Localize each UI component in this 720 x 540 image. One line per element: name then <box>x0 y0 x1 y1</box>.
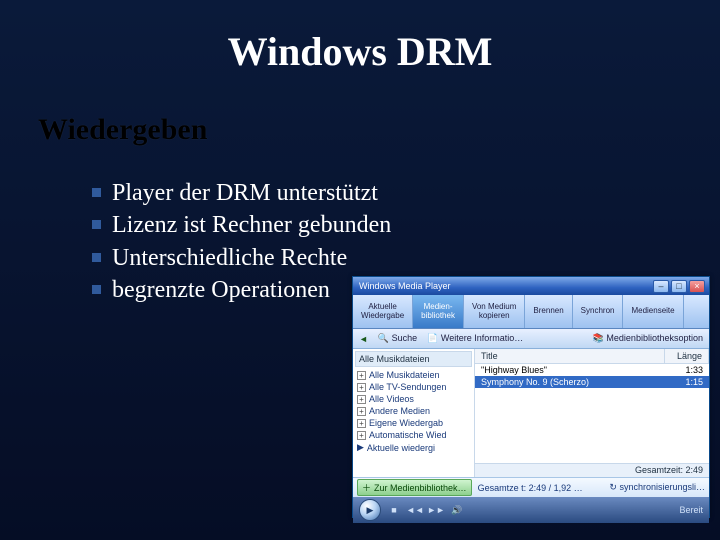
wmp-tabs: Aktuelle Wiedergabe Medien- bibliothek V… <box>353 295 709 329</box>
minimize-button[interactable]: – <box>653 280 669 293</box>
expand-icon[interactable]: + <box>357 395 366 404</box>
tree-item-own-pl[interactable]: +Eigene Wiedergab <box>355 417 472 429</box>
expand-icon[interactable]: + <box>357 407 366 416</box>
track-length: 1:15 <box>665 377 709 387</box>
tree-label: Alle TV-Sendungen <box>369 382 446 392</box>
tree-item-music[interactable]: +Alle Musikdateien <box>355 369 472 381</box>
play-button[interactable]: ▶ <box>359 499 381 521</box>
tree-item-now-pl[interactable]: ▶Aktuelle wiedergi <box>355 441 472 454</box>
wmp-toolbar: ◄ 🔍 Suche 📄 Weitere Informatio… 📚 Medien… <box>353 329 709 349</box>
wmp-window: Windows Media Player – □ × Aktuelle Wied… <box>352 276 710 518</box>
close-button[interactable]: × <box>689 280 705 293</box>
maximize-button[interactable]: □ <box>671 280 687 293</box>
total-time-status: Gesamtzeit: 2:49 <box>475 463 709 477</box>
mute-button[interactable]: 🔊 <box>449 502 465 518</box>
track-title: Symphony No. 9 (Scherzo) <box>475 377 665 387</box>
search-text: Suche <box>392 333 418 343</box>
expand-icon[interactable]: + <box>357 383 366 392</box>
add-label: Zur Medienbibliothek… <box>374 483 467 493</box>
total-time-info: Gesamtze t: 2:49 / 1,92 … <box>478 483 583 493</box>
tree-label: Aktuelle wiedergi <box>367 443 435 453</box>
tab-label: Medienseite <box>631 307 674 316</box>
search-label[interactable]: 🔍 Suche <box>378 333 417 344</box>
library-options-button[interactable]: 📚 Medienbibliotheksoption <box>593 333 703 344</box>
tab-library[interactable]: Medien- bibliothek <box>413 295 464 328</box>
tab-label: Synchron <box>581 307 615 316</box>
track-row-selected[interactable]: Symphony No. 9 (Scherzo) 1:15 <box>475 376 709 388</box>
wmp-main: Title Länge "Highway Blues" 1:33 Symphon… <box>475 349 709 477</box>
bullet-item: Unterschiedliche Rechte <box>92 242 720 274</box>
tree-item-auto-pl[interactable]: +Automatische Wied <box>355 429 472 441</box>
prev-button[interactable]: ◄◄ <box>407 502 423 518</box>
tree-label: Automatische Wied <box>369 430 447 440</box>
tree-label: Alle Musikdateien <box>369 370 440 380</box>
tree-label: Andere Medien <box>369 406 430 416</box>
sidebar-header: Alle Musikdateien <box>355 351 472 367</box>
tab-label: Wiedergabe <box>361 312 404 321</box>
wmp-titlebar[interactable]: Windows Media Player – □ × <box>353 277 709 295</box>
tab-burn[interactable]: Brennen <box>525 295 572 328</box>
next-button[interactable]: ►► <box>428 502 444 518</box>
more-info-label: Weitere Informatio… <box>441 333 523 343</box>
expand-icon[interactable]: + <box>357 419 366 428</box>
tab-label: bibliothek <box>421 312 455 321</box>
sync-label: synchronisierungsli… <box>619 482 705 492</box>
track-length: 1:33 <box>665 365 709 375</box>
library-options-label: Medienbibliotheksoption <box>606 333 703 343</box>
wmp-window-title: Windows Media Player <box>357 281 651 291</box>
tab-label: Brennen <box>533 307 563 316</box>
sync-icon: ↻ <box>609 482 617 492</box>
add-to-library-button[interactable]: ＋ Zur Medienbibliothek… <box>357 479 472 496</box>
slide-title: Windows DRM <box>0 0 720 75</box>
back-icon[interactable]: ◄ <box>359 334 368 344</box>
track-row[interactable]: "Highway Blues" 1:33 <box>475 364 709 376</box>
col-length[interactable]: Länge <box>665 349 709 363</box>
bullet-item: Player der DRM unterstützt <box>92 177 720 209</box>
wmp-body: Alle Musikdateien +Alle Musikdateien +Al… <box>353 349 709 477</box>
slide-subtitle: Wiedergeben <box>38 113 720 147</box>
wmp-playback-controls: ▶ ■ ◄◄ ►► 🔊 Bereit <box>353 497 709 523</box>
tab-sync[interactable]: Synchron <box>573 295 624 328</box>
tab-now-playing[interactable]: Aktuelle Wiedergabe <box>353 295 413 328</box>
stop-button[interactable]: ■ <box>386 502 402 518</box>
tree-item-tv[interactable]: +Alle TV-Sendungen <box>355 381 472 393</box>
bullet-item: Lizenz ist Rechner gebunden <box>92 209 720 241</box>
tab-rip[interactable]: Von Medium kopieren <box>464 295 525 328</box>
tab-label: kopieren <box>472 312 516 321</box>
tree-label: Eigene Wiedergab <box>369 418 443 428</box>
tree-label: Alle Videos <box>369 394 414 404</box>
sync-list-button[interactable]: ↻ synchronisierungsli… <box>609 482 705 493</box>
playlist-icon: ▶ <box>357 442 364 453</box>
tree-item-other[interactable]: +Andere Medien <box>355 405 472 417</box>
tree-item-video[interactable]: +Alle Videos <box>355 393 472 405</box>
col-title[interactable]: Title <box>475 349 665 363</box>
playback-status: Bereit <box>679 505 703 515</box>
tab-guide[interactable]: Medienseite <box>623 295 683 328</box>
more-info-button[interactable]: 📄 Weitere Informatio… <box>427 333 523 344</box>
wmp-action-bar: ＋ Zur Medienbibliothek… Gesamtze t: 2:49… <box>353 477 709 497</box>
track-title: "Highway Blues" <box>475 365 665 375</box>
expand-icon[interactable]: + <box>357 371 366 380</box>
wmp-sidebar: Alle Musikdateien +Alle Musikdateien +Al… <box>353 349 475 477</box>
expand-icon[interactable]: + <box>357 431 366 440</box>
column-headers: Title Länge <box>475 349 709 364</box>
